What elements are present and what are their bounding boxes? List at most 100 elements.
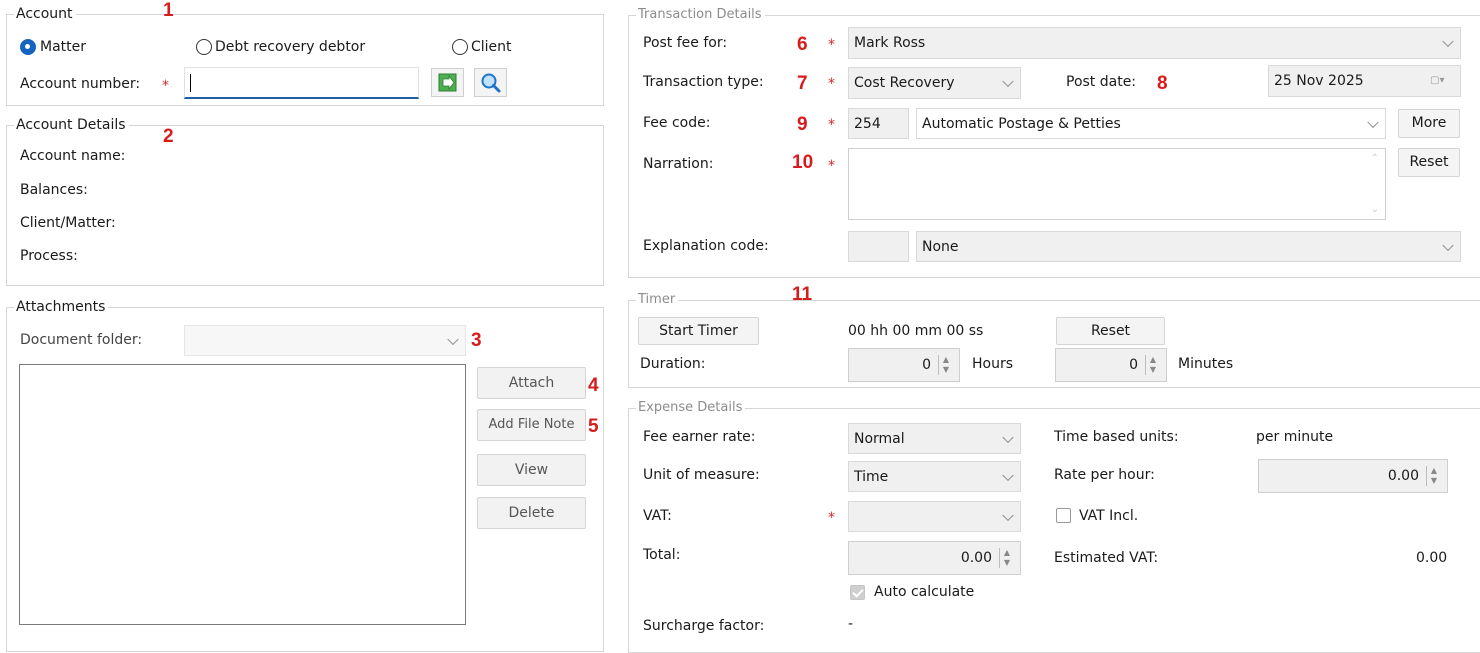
narration-reset-button[interactable]: Reset [1398,148,1460,177]
annotation-2: 2 [163,126,174,147]
annotation-11: 11 [792,284,813,305]
duration-label: Duration: [640,356,706,372]
account-details-legend: Account Details [14,117,129,133]
narration-textarea[interactable]: ⌃ ⌄ [848,148,1386,220]
explanation-code-input[interactable] [848,231,909,262]
chevron-down-icon [447,333,459,345]
post-fee-for-value: Mark Ross [854,35,926,51]
go-account-button[interactable] [431,68,464,97]
annotation-1: 1 [163,0,174,21]
spinner-arrows-icon: ▲ ▼ [1145,355,1160,375]
vat-select[interactable] [848,501,1021,532]
annotation-3: 3 [471,330,482,351]
start-timer-button[interactable]: Start Timer [638,317,759,345]
chevron-down-icon [1002,431,1014,443]
chevron-down-icon [1442,35,1454,48]
total-label: Total: [643,547,681,563]
radio-debt-recovery-debtor[interactable] [196,39,212,55]
radio-debt-recovery-debtor-label: Debt recovery debtor [215,39,366,55]
chevron-down-icon [1002,509,1014,521]
unit-of-measure-value: Time [854,469,889,485]
fee-code-description-select[interactable]: Automatic Postage & Petties [916,108,1386,139]
calendar-dropdown-icon: ▢▾ [1430,75,1445,86]
fee-earner-rate-label: Fee earner rate: [643,429,756,445]
chevron-down-icon [1002,75,1014,88]
view-button[interactable]: View [477,454,586,486]
annotation-9: 9 [797,114,808,135]
post-date-picker[interactable]: 25 Nov 2025 ▢▾ [1268,65,1461,97]
unit-of-measure-select[interactable]: Time [848,461,1021,492]
transaction-type-value: Cost Recovery [854,75,955,91]
fee-code-value: 254 [854,116,881,132]
transaction-type-required: * [828,76,835,92]
auto-calculate-checkbox[interactable] [850,585,865,600]
narration-required: * [828,158,835,174]
spinner-arrows-icon: ▲ ▼ [999,548,1014,568]
search-account-button[interactable] [474,68,507,97]
go-arrow-icon [438,73,457,92]
account-legend: Account [14,6,76,22]
transaction-type-select[interactable]: Cost Recovery [848,67,1021,99]
hours-label: Hours [972,356,1014,372]
total-value: 0.00 [960,550,992,566]
account-number-required: * [162,78,169,94]
client-matter-label: Client/Matter: [20,215,116,231]
text-cursor [190,74,191,92]
delete-button[interactable]: Delete [477,497,586,529]
document-folder-label: Document folder: [20,332,143,348]
radio-matter[interactable] [20,39,36,55]
balances-label: Balances: [20,182,88,198]
attach-button[interactable]: Attach [477,367,586,399]
fee-code-label: Fee code: [643,115,711,131]
surcharge-factor-value: - [848,616,854,632]
auto-calculate-label: Auto calculate [874,584,975,600]
annotation-8: 8 [1157,73,1168,94]
chevron-down-icon [1002,469,1014,481]
fee-earner-rate-select[interactable]: Normal [848,423,1021,454]
rate-per-hour-value: 0.00 [1387,468,1419,484]
annotation-6: 6 [797,34,808,55]
scroll-down-icon: ⌄ [1370,204,1379,215]
post-fee-for-label: Post fee for: [643,35,728,51]
minutes-value: 0 [1129,357,1138,373]
explanation-code-label: Explanation code: [643,238,769,254]
post-date-value: 25 Nov 2025 [1274,73,1364,89]
post-fee-for-select[interactable]: Mark Ross [848,27,1461,59]
account-number-input[interactable] [184,67,419,99]
spinner-arrows-icon: ▲ ▼ [938,355,953,375]
spinner-arrows-icon: ▲ ▼ [1426,466,1441,486]
post-date-label: Post date: [1066,74,1137,90]
estimated-vat-value: 0.00 [1416,550,1448,566]
chevron-down-icon [1442,239,1454,251]
hours-value: 0 [922,357,931,373]
hours-spinner[interactable]: 0 ▲ ▼ [848,348,960,382]
document-folder-select[interactable] [184,325,466,356]
rate-per-hour-label: Rate per hour: [1054,467,1155,483]
annotation-4: 4 [588,375,599,396]
timer-reset-button[interactable]: Reset [1056,317,1165,345]
narration-label: Narration: [643,156,714,172]
rate-per-hour-spinner[interactable]: 0.00 ▲ ▼ [1258,459,1448,493]
more-button[interactable]: More [1398,109,1460,138]
add-file-note-button[interactable]: Add File Note [477,409,586,441]
total-spinner[interactable]: 0.00 ▲ ▼ [848,541,1021,575]
transaction-details-legend: Transaction Details [636,7,765,23]
fee-code-description-value: Automatic Postage & Petties [922,116,1121,132]
attachments-list[interactable] [19,364,466,625]
surcharge-factor-label: Surcharge factor: [643,618,765,634]
fee-code-required: * [828,117,835,133]
annotation-10: 10 [792,152,814,173]
vat-label: VAT: [643,508,672,524]
attachments-legend: Attachments [14,299,109,315]
vat-incl-label: VAT Incl. [1079,508,1139,524]
post-fee-for-required: * [828,37,835,53]
minutes-spinner[interactable]: 0 ▲ ▼ [1055,348,1167,382]
explanation-description-select[interactable]: None [916,231,1461,262]
estimated-vat-label: Estimated VAT: [1054,550,1159,566]
fee-code-input[interactable]: 254 [848,108,909,139]
chevron-down-icon [1367,116,1379,128]
radio-matter-label: Matter [40,39,87,55]
vat-incl-checkbox[interactable] [1056,508,1071,523]
radio-client[interactable] [452,39,468,55]
unit-of-measure-label: Unit of measure: [643,467,760,483]
